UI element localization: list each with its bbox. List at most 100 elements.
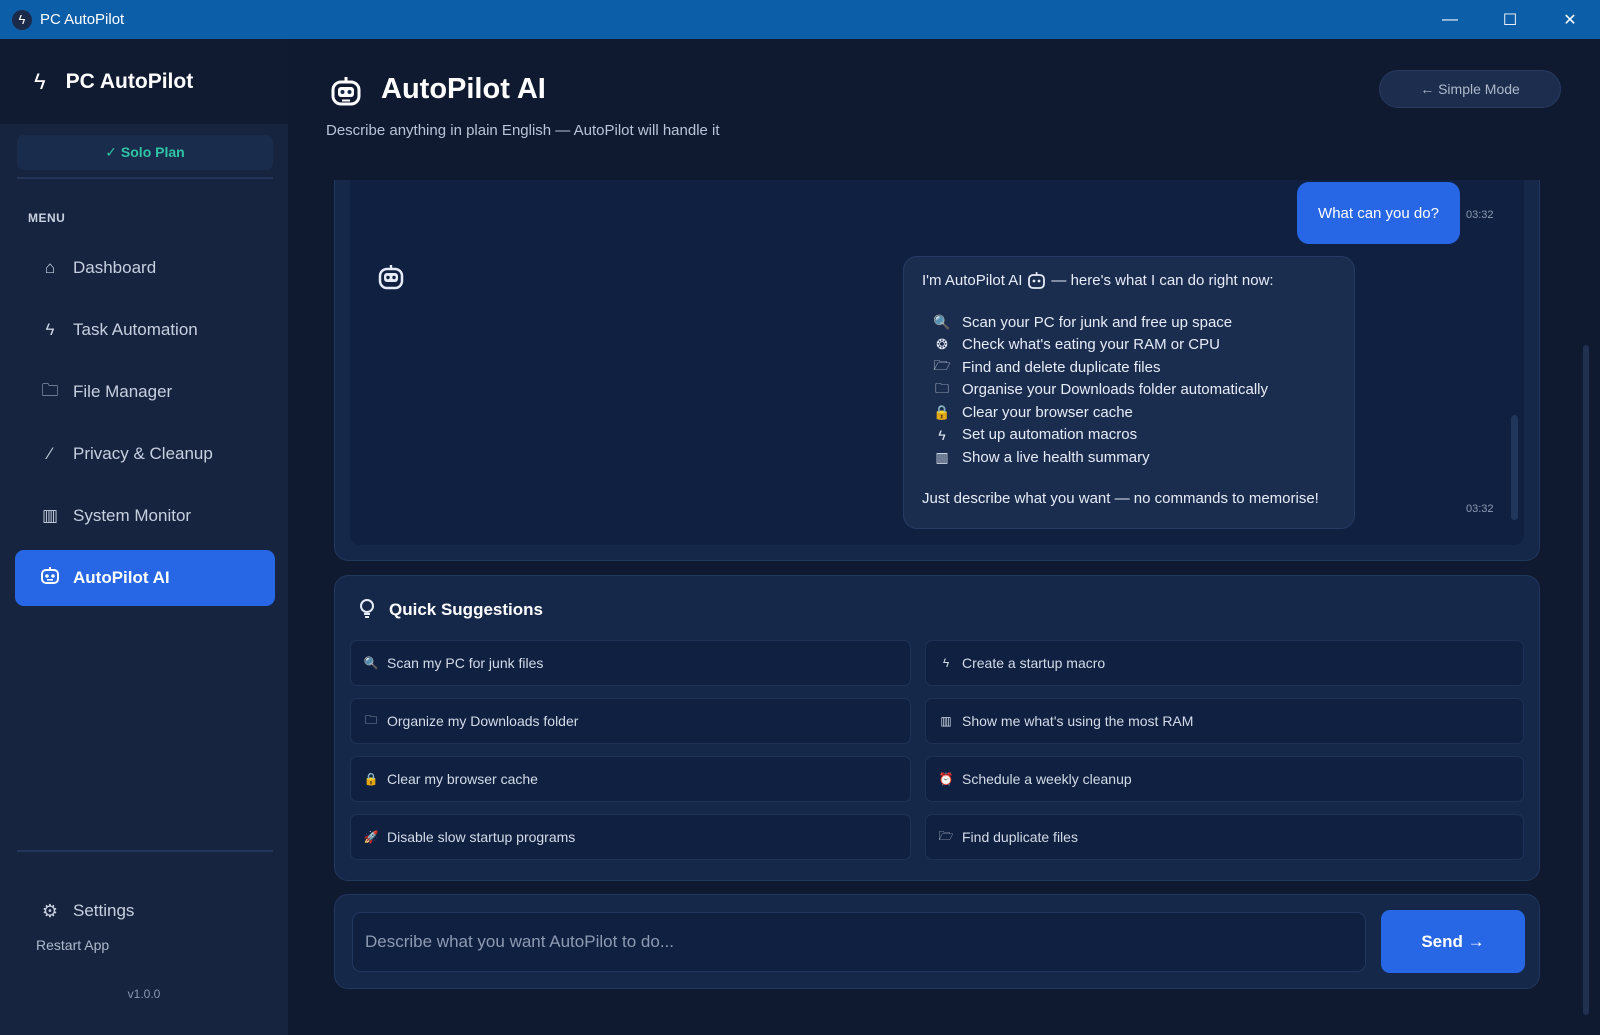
sidebar-item-dashboard[interactable]: ⌂ Dashboard — [15, 240, 275, 296]
suggestion-label: Find duplicate files — [962, 829, 1078, 845]
minimize-button[interactable]: — — [1420, 0, 1480, 39]
sidebar-brand: ϟ PC AutoPilot — [0, 39, 288, 124]
capability-text: Organise your Downloads folder automatic… — [962, 381, 1268, 399]
bolt-icon: ϟ — [34, 68, 46, 94]
restart-app-link[interactable]: Restart App — [36, 937, 109, 953]
bot-avatar-icon — [378, 265, 404, 290]
suggestion-organize-downloads[interactable]: 🗀 Organize my Downloads folder — [350, 698, 911, 744]
settings-label: Settings — [73, 901, 135, 920]
list-item: 🔍 Scan your PC for junk and free up spac… — [922, 311, 1336, 334]
robot-icon — [331, 77, 361, 106]
simple-mode-button[interactable]: ← Simple Mode — [1379, 70, 1561, 108]
robot-icon — [39, 566, 61, 591]
brain-icon: ❂ — [936, 336, 948, 353]
window-controls: — ☐ ✕ — [1420, 0, 1600, 39]
chart-icon: ▥ — [935, 448, 949, 465]
sidebar-item-system-monitor[interactable]: ▥ System Monitor — [15, 488, 275, 544]
bot-message-outro: Just describe what you want — no command… — [922, 489, 1319, 507]
plan-badge: ✓ Solo Plan — [17, 135, 273, 170]
title-bar: ϟ PC AutoPilot — ☐ ✕ — [0, 0, 1600, 39]
suggestion-startup-macro[interactable]: ϟ Create a startup macro — [925, 640, 1524, 686]
window-title: PC AutoPilot — [40, 11, 125, 28]
list-item: 🗀 Organise your Downloads folder automat… — [922, 379, 1336, 402]
sidebar-item-task-automation[interactable]: ϟ Task Automation — [15, 302, 275, 358]
suggestion-label: Scan my PC for junk files — [387, 655, 544, 671]
capability-text: Find and delete duplicate files — [962, 358, 1161, 376]
suggestion-startup-programs[interactable]: 🚀 Disable slow startup programs — [350, 814, 911, 860]
list-item: 🗁 Find and delete duplicate files — [922, 356, 1336, 379]
message-timestamp: 03:32 — [1466, 209, 1494, 221]
sidebar-item-label: AutoPilot AI — [73, 568, 170, 587]
suggestion-label: Organize my Downloads folder — [387, 713, 579, 729]
bot-message: I'm AutoPilot AI — here's what I can do … — [903, 256, 1355, 529]
brush-icon: ⁄ — [48, 444, 52, 463]
bot-message-intro: I'm AutoPilot AI — here's what I can do … — [922, 272, 1336, 289]
suggestion-ram-usage[interactable]: ▥ Show me what's using the most RAM — [925, 698, 1524, 744]
lock-icon: 🔒 — [933, 403, 951, 420]
folder-icon: 🗀 — [364, 712, 377, 727]
quick-suggestions-title: Quick Suggestions — [389, 600, 543, 619]
open-folder-icon: 🗁 — [933, 357, 951, 374]
sidebar-item-label: Task Automation — [73, 320, 198, 339]
chat-input[interactable] — [352, 912, 1366, 972]
sidebar-item-label: System Monitor — [73, 506, 192, 525]
bot-intro-text: I'm AutoPilot AI — [922, 272, 1023, 289]
chart-icon: ▥ — [41, 506, 59, 525]
open-folder-icon: 🗁 — [938, 828, 954, 843]
suggestion-label: Schedule a weekly cleanup — [962, 771, 1132, 787]
alarm-clock-icon: ⏰ — [938, 772, 954, 786]
close-button[interactable]: ✕ — [1540, 0, 1600, 39]
gear-icon: ⚙ — [41, 900, 59, 921]
folder-icon: 🗀 — [41, 380, 59, 400]
suggestion-label: Show me what's using the most RAM — [962, 713, 1194, 729]
bolt-icon: ϟ — [938, 426, 946, 443]
sidebar-item-label: File Manager — [73, 382, 173, 401]
sidebar-item-autopilot-ai[interactable]: AutoPilot AI — [15, 550, 275, 606]
rocket-icon: 🚀 — [363, 830, 379, 844]
list-item: ❂ Check what's eating your RAM or CPU — [922, 334, 1336, 357]
send-button[interactable]: Send → — [1381, 910, 1525, 973]
magnifier-icon: 🔍 — [933, 313, 951, 330]
suggestion-label: Disable slow startup programs — [387, 829, 576, 845]
magnifier-icon: 🔍 — [363, 656, 379, 670]
page-title: AutoPilot AI — [381, 73, 546, 105]
suggestion-duplicate-files[interactable]: 🗁 Find duplicate files — [925, 814, 1524, 860]
folder-icon: 🗀 — [935, 379, 949, 396]
settings-button[interactable]: ⚙ Settings — [15, 889, 275, 933]
brand-name: PC AutoPilot — [65, 69, 194, 93]
sidebar-item-file-manager[interactable]: 🗀 File Manager — [15, 364, 275, 420]
page-scrollbar[interactable] — [1583, 345, 1589, 1015]
lock-icon: 🔒 — [363, 772, 379, 786]
bot-intro-text: — here's what I can do right now: — [1051, 272, 1274, 289]
sidebar-item-label: Dashboard — [73, 258, 157, 277]
chart-icon: ▥ — [940, 714, 952, 728]
capability-text: Clear your browser cache — [962, 403, 1133, 421]
home-icon: ⌂ — [44, 258, 56, 277]
capability-list: 🔍 Scan your PC for junk and free up spac… — [922, 311, 1336, 469]
suggestion-clear-cache[interactable]: 🔒 Clear my browser cache — [350, 756, 911, 802]
capability-text: Show a live health summary — [962, 448, 1150, 466]
suggestion-weekly-cleanup[interactable]: ⏰ Schedule a weekly cleanup — [925, 756, 1524, 802]
robot-icon — [1028, 272, 1046, 289]
bolt-icon: ϟ — [942, 656, 950, 670]
app-version: v1.0.0 — [127, 987, 161, 1001]
menu-label: MENU — [28, 211, 66, 225]
capability-text: Set up automation macros — [962, 426, 1138, 444]
sidebar: ϟ PC AutoPilot ✓ Solo Plan MENU ⌂ Dashbo… — [0, 39, 288, 1035]
list-item: ▥ Show a live health summary — [922, 446, 1336, 469]
chat-scrollbar[interactable] — [1511, 415, 1518, 520]
maximize-button[interactable]: ☐ — [1480, 0, 1540, 39]
suggestion-label: Create a startup macro — [962, 655, 1106, 671]
suggestion-label: Clear my browser cache — [387, 771, 538, 787]
sidebar-item-privacy-cleanup[interactable]: ⁄ Privacy & Cleanup — [15, 426, 275, 482]
user-message: What can you do? — [1297, 182, 1460, 244]
app-bolt-icon: ϟ — [12, 9, 32, 30]
lightbulb-icon — [359, 599, 375, 624]
list-item: 🔒 Clear your browser cache — [922, 401, 1336, 424]
capability-text: Scan your PC for junk and free up space — [962, 313, 1233, 331]
suggestion-scan-junk[interactable]: 🔍 Scan my PC for junk files — [350, 640, 911, 686]
message-timestamp: 03:32 — [1466, 503, 1494, 515]
page-subtitle: Describe anything in plain English — Aut… — [326, 122, 720, 139]
divider — [17, 177, 273, 179]
list-item: ϟ Set up automation macros — [922, 424, 1336, 447]
